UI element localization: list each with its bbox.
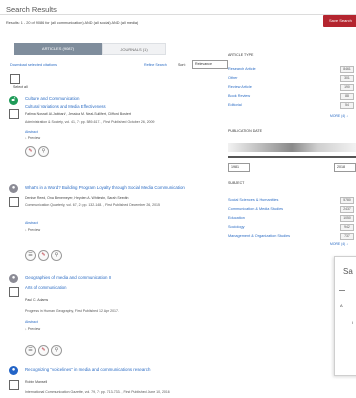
result-checkbox[interactable] xyxy=(9,380,19,390)
result-authors: Robin Mansell xyxy=(25,380,48,384)
pdf-icon[interactable]: ✎ xyxy=(38,345,49,356)
date-to-input[interactable]: 2018 xyxy=(334,163,356,172)
facet-count: 301 xyxy=(340,75,354,82)
result-title[interactable]: Culture and Communication xyxy=(25,96,79,101)
result-title[interactable]: Geographies of media and communication I… xyxy=(25,275,111,280)
facet-item[interactable]: Management & Organization Studies xyxy=(228,234,290,238)
sort-label: Sort: xyxy=(178,63,186,67)
facet-count: 1050 xyxy=(340,215,354,222)
result-abstract-link[interactable]: Abstract xyxy=(25,221,38,225)
pdf-icon[interactable]: ✎ xyxy=(25,146,36,157)
facet-item[interactable]: Editorial xyxy=(228,103,242,107)
facet-count: 737 xyxy=(340,233,354,240)
result-source: Administration & Society, vol. 41, 7: pp… xyxy=(25,120,155,124)
permissions-icon[interactable]: ⚲ xyxy=(38,146,49,157)
facet-item[interactable]: Research Article xyxy=(228,67,256,71)
result-source: International Communication Gazette, vol… xyxy=(25,390,170,394)
date-range-slider[interactable] xyxy=(228,156,356,158)
title-divider xyxy=(0,14,356,15)
refine-search-link[interactable]: Refine Search xyxy=(144,63,167,67)
facet-item[interactable]: Book Review xyxy=(228,94,250,98)
facet-item[interactable]: Communication & Media Studies xyxy=(228,207,283,211)
result-preview-link[interactable]: ↓ Preview xyxy=(25,136,40,140)
download-citations-link[interactable]: Download selected citations xyxy=(10,63,57,67)
result-checkbox[interactable] xyxy=(9,197,19,207)
result-abstract-link[interactable]: Abstract xyxy=(25,130,38,134)
result-preview-link[interactable]: ↓ Preview xyxy=(25,327,40,331)
facet-count: 5780 xyxy=(340,197,354,204)
result-authors: Paul C. Adams xyxy=(25,298,49,302)
facet-count: 88 xyxy=(340,93,354,100)
facet-item[interactable]: Sociology xyxy=(228,225,244,229)
result-authors: Denise Reed, Ona Benemeyer, Heyden A. Wh… xyxy=(25,196,129,200)
facet-item[interactable]: Education xyxy=(228,216,245,220)
page-title: Search Results xyxy=(6,5,57,14)
date-histogram xyxy=(228,143,356,152)
facet-article-type-label: Article type xyxy=(228,53,254,57)
result-preview-link[interactable]: ↓ Preview xyxy=(25,228,40,232)
facet-subject-label: Subject xyxy=(228,181,245,185)
results-summary: Results: 1 - 20 of 9086 for (all communi… xyxy=(6,21,139,25)
select-all-label: Select all xyxy=(13,85,28,89)
facet-date-label: Publication date xyxy=(228,129,263,133)
pdf-icon[interactable]: ✎ xyxy=(38,250,49,261)
save-panel-divider xyxy=(339,290,345,291)
date-from-input[interactable]: 1981 xyxy=(228,163,250,172)
tab-articles[interactable]: ARTICLES (9087) xyxy=(14,43,102,55)
facet-more-link[interactable]: MORE (4) ↓ xyxy=(330,114,348,118)
permissions-icon[interactable]: ⚲ xyxy=(51,250,62,261)
html-icon[interactable]: ☰ xyxy=(25,250,36,261)
result-subtitle[interactable]: Cultural Variations and Media Effectiven… xyxy=(25,104,106,109)
save-panel-title: Sa xyxy=(343,267,353,276)
save-panel-text: I xyxy=(352,320,354,325)
result-subtitle[interactable]: Arts of communication xyxy=(25,285,66,290)
facet-count: 190 xyxy=(340,84,354,91)
result-source: Communication Quarterly, vol. 67, 2: pp.… xyxy=(25,203,160,207)
result-authors: Fatima Nosrat/ Al-Jabbari/ , Jessica M. … xyxy=(25,112,131,116)
facet-count: 2437 xyxy=(340,206,354,213)
select-all-checkbox[interactable] xyxy=(10,74,20,84)
html-icon[interactable]: ☰ xyxy=(25,345,36,356)
result-title[interactable]: What's in a Word? Building Program Loyal… xyxy=(25,185,185,190)
save-search-button[interactable]: Save Search xyxy=(323,15,356,27)
save-panel-text: A xyxy=(340,303,343,308)
lock-icon: ● xyxy=(9,184,18,193)
facet-item[interactable]: Other xyxy=(228,76,238,80)
facet-count: 54 xyxy=(340,102,354,109)
facet-item[interactable]: Review Article xyxy=(228,85,252,89)
result-abstract-link[interactable]: Abstract xyxy=(25,320,38,324)
free-access-icon: ● xyxy=(9,366,18,375)
facet-more-link[interactable]: MORE (4) ↓ xyxy=(330,242,348,246)
open-access-icon: 🔓︎ xyxy=(9,96,18,105)
permissions-icon[interactable]: ⚲ xyxy=(51,345,62,356)
tab-journals[interactable]: JOURNALS (1) xyxy=(102,43,166,55)
facet-item[interactable]: Social Sciences & Humanities xyxy=(228,198,278,202)
result-source: Progress in Human Geography, First Publi… xyxy=(25,309,119,313)
result-title[interactable]: Recognizing "voicelines" in media and co… xyxy=(25,367,150,372)
result-checkbox[interactable] xyxy=(9,109,19,119)
facet-count: 942 xyxy=(340,224,354,231)
facet-count: 8461 xyxy=(340,66,354,73)
result-checkbox[interactable] xyxy=(9,287,19,297)
lock-icon: ● xyxy=(9,274,18,283)
sort-select[interactable]: Relevance xyxy=(192,60,228,69)
